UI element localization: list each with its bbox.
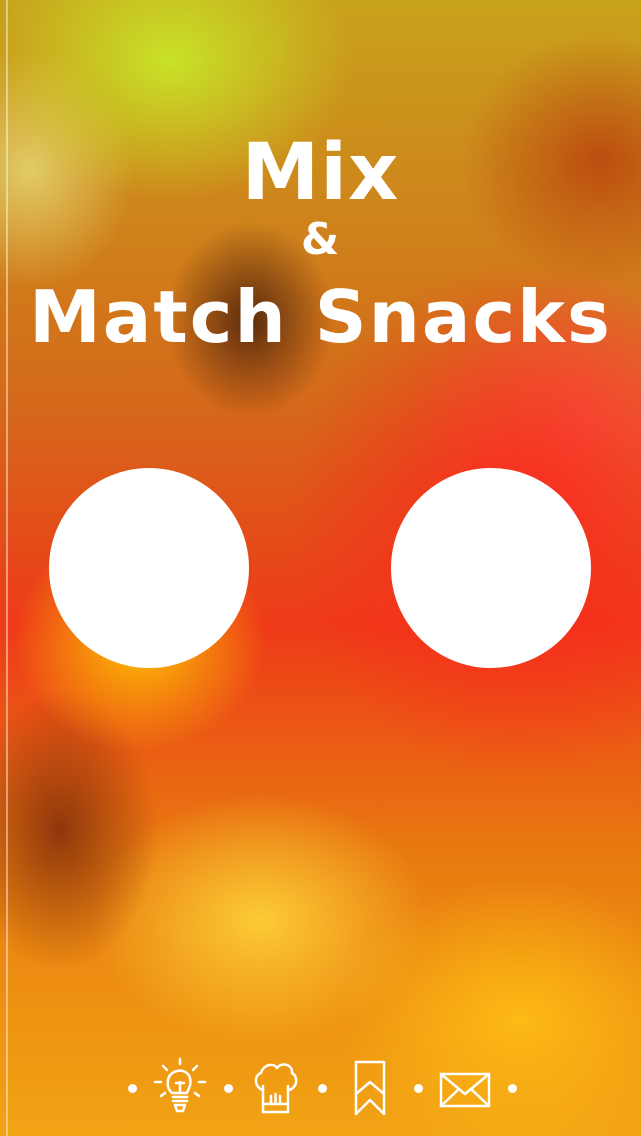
title-match-snacks: Match Snacks bbox=[29, 275, 612, 359]
bottom-toolbar bbox=[0, 1052, 641, 1122]
separator-dot bbox=[318, 1084, 327, 1093]
title-mix: Mix bbox=[241, 128, 400, 218]
separator-dot bbox=[224, 1084, 233, 1093]
separator-dot bbox=[508, 1084, 517, 1093]
title-ampersand: & bbox=[300, 214, 341, 265]
lightbulb-icon[interactable] bbox=[150, 1056, 210, 1120]
left-snack-slot[interactable] bbox=[49, 468, 249, 668]
envelope-icon[interactable] bbox=[434, 1056, 494, 1120]
separator-dot bbox=[414, 1084, 423, 1093]
right-snack-slot[interactable] bbox=[391, 468, 591, 668]
bookmark-icon[interactable] bbox=[340, 1056, 400, 1120]
chef-hat-icon[interactable] bbox=[245, 1056, 305, 1120]
separator-dot bbox=[128, 1084, 137, 1093]
